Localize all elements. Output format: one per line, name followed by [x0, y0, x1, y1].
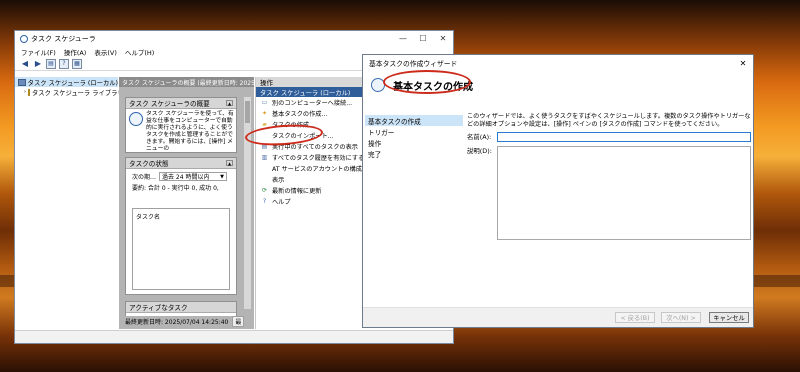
ts-titlebar: タスク スケジューラ — ☐ ✕: [15, 31, 453, 46]
clock-icon: [20, 34, 28, 43]
basic-task-wizard: 基本タスクの作成ウィザード ✕ 基本タスクの作成 基本タスクの作成 トリガー 操…: [362, 54, 754, 328]
folder-icon: [28, 88, 30, 96]
action-label: 表示: [272, 177, 285, 184]
step-create-basic-task: 基本タスクの作成: [365, 115, 463, 126]
overview-panel: タスク スケジューラの概要 ▲ タスク スケジューラを使って、有益な仕事をコンピ…: [125, 97, 237, 153]
action-label: 別のコンピューターへ接続...: [272, 100, 353, 107]
tree-item-local[interactable]: タスク スケジューラ (ローカル): [15, 77, 118, 87]
tree-item-label: タスク スケジューラ (ローカル): [27, 79, 118, 87]
action-label: 基本タスクの作成...: [272, 111, 328, 118]
wizard-close-button[interactable]: ✕: [733, 59, 753, 68]
tree-item-library[interactable]: › タスク スケジューラ ライブラリ: [15, 87, 124, 97]
back-arrow-icon[interactable]: ◀: [20, 59, 30, 69]
description-label: 説明(D):: [467, 147, 492, 155]
name-field-row: 名前(A):: [467, 132, 751, 142]
action-label: すべてのタスク履歴を有効にする: [272, 155, 365, 162]
overview-description: タスク スケジューラを使って、有益な仕事をコンピューターで自動的に実行されるよう…: [146, 111, 234, 151]
refresh-button[interactable]: 最: [232, 315, 245, 327]
menu-help[interactable]: ヘルプ(H): [125, 47, 154, 57]
status-summary: 要約: 合計 0 - 実行中 0, 成功 0,: [132, 185, 219, 192]
cancel-button[interactable]: キャンセル: [709, 312, 749, 323]
description-textarea[interactable]: [497, 146, 751, 240]
panel-toggle-icon[interactable]: ▤: [46, 58, 56, 69]
help-icon[interactable]: ?: [59, 58, 69, 69]
scrollbar-thumb[interactable]: [245, 101, 250, 123]
scheduler-icon: [18, 78, 26, 86]
maximize-button[interactable]: ☐: [413, 32, 433, 46]
wizard-description: このウィザードでは、よく使うタスクをすばやくスケジュールします。複数のタスク操作…: [467, 113, 751, 128]
expand-chevron-icon[interactable]: ›: [24, 89, 26, 95]
clock-icon: [129, 112, 143, 126]
overview-text: タスク スケジューラを使って、有益な仕事をコンピューターで自動的に実行されるよう…: [126, 109, 236, 151]
chevron-down-icon: ▼: [220, 173, 225, 180]
tree-item-label: タスク スケジューラ ライブラリ: [32, 89, 124, 97]
collapse-icon[interactable]: ▲: [226, 160, 233, 166]
ts-title: タスク スケジューラ: [31, 34, 96, 43]
overview-scrollbar[interactable]: [244, 97, 251, 309]
refresh-icon: ⟳: [261, 187, 268, 194]
action-label: AT サービスのアカウントの構成: [272, 166, 362, 173]
status-panel-header[interactable]: タスクの状態 ▲: [126, 158, 236, 169]
status-bar: [15, 330, 453, 343]
overview-panel-title: タスク スケジューラの概要: [129, 100, 210, 108]
forward-arrow-icon[interactable]: ▶: [33, 59, 43, 69]
wizard-steps: 基本タスクの作成 トリガー 操作 完了: [365, 115, 463, 159]
active-tasks-title: アクティブなタスク: [129, 304, 188, 312]
help-icon: ?: [262, 198, 267, 205]
wizard-footer: < 戻る(B) 次へ(N) > キャンセル: [363, 307, 753, 327]
active-tasks-header[interactable]: アクティブなタスク: [126, 302, 236, 313]
close-button[interactable]: ✕: [433, 32, 453, 46]
name-label: 名前(A):: [467, 133, 492, 141]
task-name-header: タスク名: [136, 214, 161, 221]
wizard-titlebar: 基本タスクの作成ウィザード ✕: [363, 55, 753, 71]
menu-view[interactable]: 表示(V): [94, 47, 117, 57]
status-filter-row: 次の期… 過去 24 時間以内 ▼: [126, 169, 236, 181]
status-panel: タスクの状態 ▲ 次の期… 過去 24 時間以内 ▼ 要約: 合計 0 - 実行…: [125, 157, 237, 295]
collapse-icon[interactable]: ▲: [226, 100, 233, 106]
step-trigger: トリガー: [368, 128, 395, 137]
computer-icon: ▭: [261, 99, 268, 106]
step-finish: 完了: [368, 150, 382, 159]
menu-file[interactable]: ファイル(F): [21, 47, 56, 57]
menu-action[interactable]: 操作(A): [64, 47, 87, 57]
action-label: 最新の情報に更新: [272, 188, 322, 195]
description-field-row: 説明(D):: [467, 146, 751, 240]
action-label: ヘルプ: [272, 199, 291, 206]
status-panel-title: タスクの状態: [129, 160, 169, 168]
wizard-title: 基本タスクの作成ウィザード: [369, 60, 458, 68]
status-filter-label: 次の期…: [132, 174, 157, 181]
step-action: 操作: [368, 139, 382, 148]
console-icon[interactable]: ▦: [72, 58, 82, 69]
history-icon: ▥: [261, 154, 268, 161]
overview-panel-header[interactable]: タスク スケジューラの概要 ▲: [126, 98, 236, 109]
next-button[interactable]: 次へ(N) >: [661, 312, 701, 323]
task-list[interactable]: タスク名: [132, 208, 230, 290]
annotation-circle-heading: [383, 70, 471, 94]
overview-pane-header: タスク スケジューラの概要 (最終更新日時: 2025: [119, 77, 254, 87]
back-button[interactable]: < 戻る(B): [615, 312, 655, 323]
last-updated-bar: 最終更新日時: 2025/07/04 14:25:40 最: [125, 315, 248, 327]
name-input[interactable]: [497, 132, 751, 142]
minimize-button[interactable]: —: [393, 32, 413, 46]
status-period-value: 過去 24 時間以内: [162, 174, 210, 181]
basic-task-icon: ✦: [261, 110, 268, 117]
last-updated-text: 最終更新日時: 2025/07/04 14:25:40: [125, 318, 229, 326]
overview-pane: タスク スケジューラの概要 (最終更新日時: 2025 タスク スケジューラの概…: [119, 77, 254, 329]
status-period-select[interactable]: 過去 24 時間以内 ▼: [159, 172, 228, 181]
navigation-tree: タスク スケジューラ (ローカル) › タスク スケジューラ ライブラリ: [15, 77, 124, 329]
